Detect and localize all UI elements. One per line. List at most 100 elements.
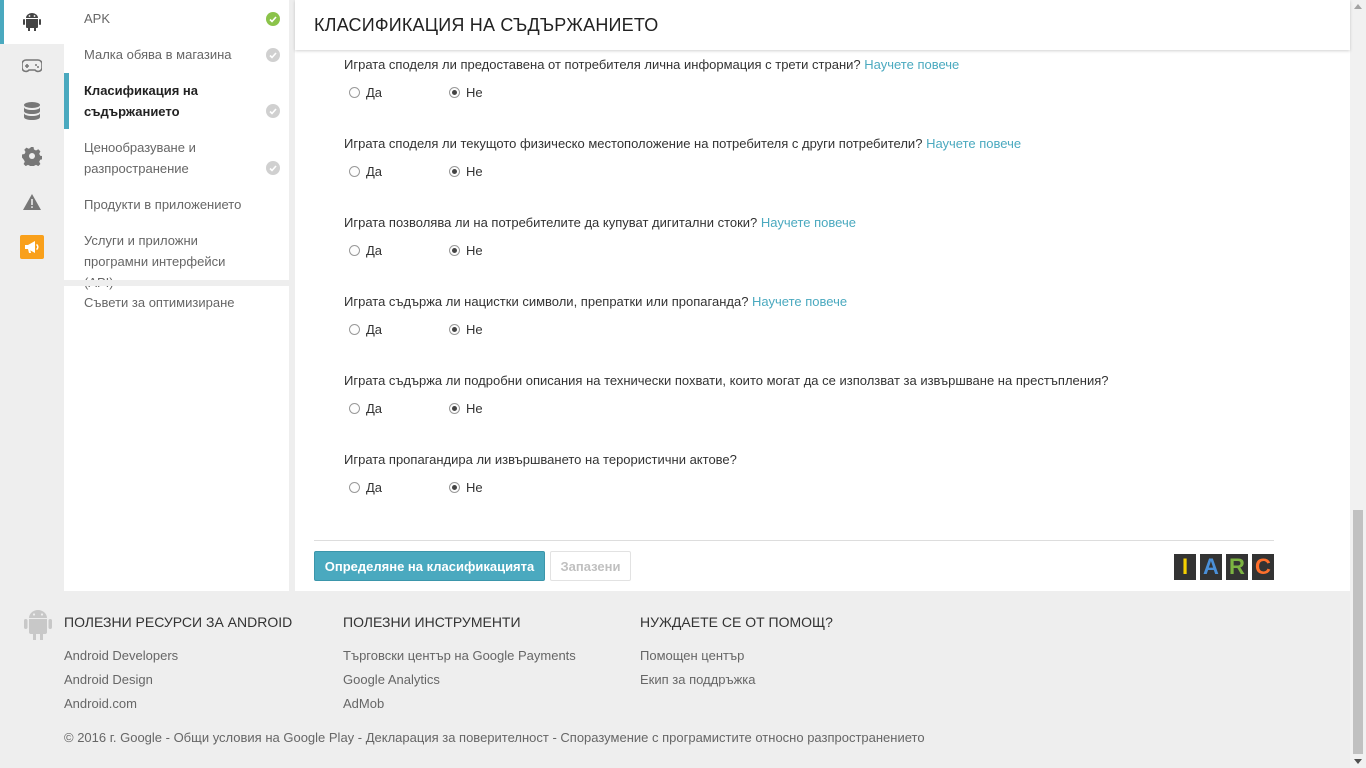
rail-item-all-apps[interactable]	[0, 0, 64, 44]
radio-button[interactable]	[449, 403, 460, 414]
iarc-letter-c: C	[1252, 554, 1274, 580]
subnav-item-content-rating[interactable]: Класификация на съдържанието	[64, 73, 289, 129]
question-item: Играта позволява ли на потребителите да …	[344, 214, 1334, 263]
radio-button[interactable]	[349, 166, 360, 177]
iarc-letter-a: A	[1200, 554, 1222, 580]
page-scrollbar[interactable]	[1350, 0, 1366, 768]
radio-group: Да Не	[344, 322, 1334, 342]
footer-link-google-payments[interactable]: Търговски център на Google Payments	[343, 644, 576, 668]
android-footer-logo-icon	[24, 608, 52, 647]
footer-link-admob[interactable]: AdMob	[343, 692, 576, 716]
warning-icon	[23, 194, 41, 210]
android-icon	[23, 13, 41, 31]
question-item: Играта споделя ли текущото физическо мес…	[344, 135, 1334, 184]
scroll-up-arrow-icon[interactable]	[1354, 4, 1362, 9]
radio-label: Да	[366, 164, 383, 179]
no-radio[interactable]: Не	[449, 480, 483, 495]
question-item: Играта споделя ли предоставена от потреб…	[344, 56, 1334, 105]
radio-label: Да	[366, 243, 383, 258]
learn-more-link[interactable]: Научете повече	[752, 294, 847, 309]
scroll-down-arrow-icon[interactable]	[1354, 759, 1362, 764]
megaphone-icon	[25, 241, 39, 253]
radio-group: Да Не	[344, 85, 1334, 105]
app-icon-rail	[0, 0, 64, 591]
determine-rating-button[interactable]: Определяне на класификацията	[314, 551, 545, 581]
gamepad-icon	[22, 59, 42, 73]
question-text: Играта съдържа ли нацистки символи, преп…	[344, 294, 749, 309]
radio-button[interactable]	[449, 245, 460, 256]
no-radio[interactable]: Не	[449, 322, 483, 337]
radio-label: Не	[466, 85, 483, 100]
subnav-item-label: Ценообразуване и разпространение	[84, 140, 196, 176]
no-radio[interactable]: Не	[449, 243, 483, 258]
learn-more-link[interactable]: Научете повече	[761, 215, 856, 230]
no-radio[interactable]: Не	[449, 401, 483, 416]
question-text: Играта споделя ли предоставена от потреб…	[344, 57, 861, 72]
learn-more-link[interactable]: Научете повече	[926, 136, 1021, 151]
radio-label: Да	[366, 401, 383, 416]
subnav-item-label: APK	[84, 11, 111, 26]
subnav-item-store-listing[interactable]: Малка обява в магазина	[64, 44, 289, 65]
radio-group: Да Не	[344, 164, 1334, 184]
radio-label: Да	[366, 85, 383, 100]
radio-label: Да	[366, 480, 383, 495]
saved-button: Запазени	[550, 551, 631, 581]
yes-radio[interactable]: Да	[349, 401, 382, 416]
subnav-item-in-app-products[interactable]: Продукти в приложението	[64, 194, 289, 215]
database-icon	[24, 102, 40, 120]
no-radio[interactable]: Не	[449, 85, 483, 100]
subnav-item-label: Класификация на съдържанието	[84, 83, 199, 119]
subnav-item-optimization-tips[interactable]: Съвети за оптимизиране	[64, 292, 289, 313]
footer-heading: НУЖДАЕТЕ СЕ ОТ ПОМОЩ?	[640, 614, 833, 630]
question-text: Играта пропагандира ли извършването на т…	[344, 452, 737, 467]
page-header: КЛАСИФИКАЦИЯ НА СЪДЪРЖАНИЕТО	[295, 0, 1350, 50]
rail-item-settings[interactable]	[0, 134, 64, 178]
radio-button[interactable]	[449, 166, 460, 177]
radio-label: Не	[466, 243, 483, 258]
rail-item-announcements[interactable]	[0, 225, 64, 269]
yes-radio[interactable]: Да	[349, 480, 382, 495]
radio-button[interactable]	[349, 482, 360, 493]
radio-button[interactable]	[449, 324, 460, 335]
page-title: КЛАСИФИКАЦИЯ НА СЪДЪРЖАНИЕТО	[314, 15, 659, 35]
radio-button[interactable]	[449, 87, 460, 98]
footer-link-android-developers[interactable]: Android Developers	[64, 644, 292, 668]
question-text: Играта позволява ли на потребителите да …	[344, 215, 758, 230]
footer-link-support-team[interactable]: Екип за поддръжка	[640, 668, 833, 692]
check-circle-icon	[266, 161, 280, 175]
check-circle-icon	[266, 104, 280, 118]
footer-link-google-analytics[interactable]: Google Analytics	[343, 668, 576, 692]
no-radio[interactable]: Не	[449, 164, 483, 179]
scrollbar-thumb[interactable]	[1353, 510, 1363, 754]
question-item: Играта пропагандира ли извършването на т…	[344, 451, 1334, 500]
yes-radio[interactable]: Да	[349, 243, 382, 258]
radio-label: Не	[466, 322, 483, 337]
yes-radio[interactable]: Да	[349, 85, 382, 100]
footer-link-android-com[interactable]: Android.com	[64, 692, 292, 716]
question-text: Играта съдържа ли подробни описания на т…	[344, 373, 1109, 388]
footer-col-help: НУЖДАЕТЕ СЕ ОТ ПОМОЩ? Помощен център Еки…	[640, 614, 833, 692]
radio-button[interactable]	[349, 87, 360, 98]
radio-button[interactable]	[449, 482, 460, 493]
radio-button[interactable]	[349, 324, 360, 335]
radio-label: Не	[466, 480, 483, 495]
footer-heading: ПОЛЕЗНИ РЕСУРСИ ЗА ANDROID	[64, 614, 293, 630]
footer-link-android-design[interactable]: Android Design	[64, 668, 292, 692]
rail-item-game-services[interactable]	[0, 44, 64, 88]
footer-link-help-center[interactable]: Помощен център	[640, 644, 833, 668]
gear-icon	[22, 147, 42, 166]
radio-button[interactable]	[349, 403, 360, 414]
subnav-item-apk[interactable]: APK	[64, 8, 289, 29]
radio-button[interactable]	[349, 245, 360, 256]
rail-item-downloads[interactable]	[0, 90, 64, 134]
radio-group: Да Не	[344, 243, 1334, 263]
radio-label: Да	[366, 322, 383, 337]
rail-item-alerts[interactable]	[0, 180, 64, 224]
app-section-nav: APK Малка обява в магазина Класификация …	[64, 0, 289, 591]
yes-radio[interactable]: Да	[349, 164, 382, 179]
learn-more-link[interactable]: Научете повече	[864, 57, 959, 72]
subnav-item-label: Малка обява в магазина	[84, 47, 232, 62]
yes-radio[interactable]: Да	[349, 322, 382, 337]
subnav-item-pricing-distribution[interactable]: Ценообразуване и разпространение	[64, 137, 289, 179]
subnav-divider	[64, 280, 289, 286]
